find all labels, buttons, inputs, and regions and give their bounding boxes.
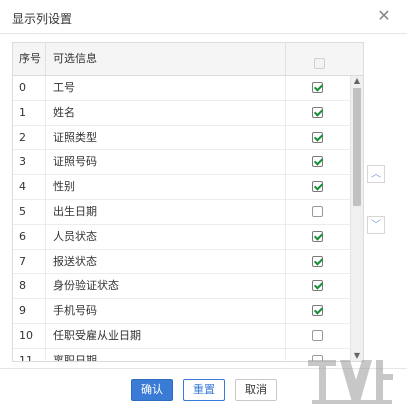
row-divider xyxy=(285,274,286,299)
header-divider xyxy=(285,43,286,75)
row-number: 1 xyxy=(19,105,26,119)
row-number: 11 xyxy=(19,353,33,362)
dialog-title: 显示列设置 xyxy=(12,12,73,26)
column-settings-dialog: 显示列设置 ✕ 序号 可选信息 0 工号 1 姓名 2 证照类型 3 证照号码 4 性别 5 出生日期… xyxy=(0,0,407,415)
row-checkbox[interactable] xyxy=(312,131,323,143)
row-number: 5 xyxy=(19,204,26,218)
row-divider xyxy=(45,274,46,299)
row-divider xyxy=(45,249,46,274)
header-info: 可选信息 xyxy=(53,52,97,65)
table-row: 3 证照号码 xyxy=(13,150,351,176)
table-row: 2 证照类型 xyxy=(13,125,351,151)
row-info-label: 出生日期 xyxy=(53,204,97,218)
columns-table: 序号 可选信息 0 工号 1 姓名 2 证照类型 3 证照号码 4 性别 5 出生日期 6 人员状态 7 报送… xyxy=(12,42,364,362)
table-body: 0 工号 1 姓名 2 证照类型 3 证照号码 4 性别 5 出生日期 6 人员状态 7 报送状态 8 身份验证状… xyxy=(13,76,351,362)
row-divider xyxy=(285,348,286,361)
row-divider xyxy=(45,348,46,361)
table-row: 9 手机号码 xyxy=(13,299,351,324)
cancel-button[interactable]: 取消 xyxy=(235,379,277,401)
row-checkbox[interactable] xyxy=(312,329,323,341)
row-checkbox[interactable] xyxy=(312,205,323,217)
row-info-label: 报送状态 xyxy=(53,254,97,268)
row-info-label: 证照号码 xyxy=(53,155,97,169)
row-info-label: 人员状态 xyxy=(53,229,97,243)
row-divider xyxy=(285,76,286,100)
row-divider xyxy=(45,299,46,323)
table-row: 10 任职受雇从业日期 xyxy=(13,323,351,349)
table-row: 7 报送状态 xyxy=(13,249,351,275)
row-number: 9 xyxy=(19,304,26,318)
table-row: 0 工号 xyxy=(13,76,351,101)
confirm-button[interactable]: 确认 xyxy=(131,379,173,401)
row-divider xyxy=(285,299,286,323)
header-divider xyxy=(45,43,46,75)
row-divider xyxy=(45,323,46,348)
row-divider xyxy=(285,323,286,348)
header-no: 序号 xyxy=(19,52,41,65)
chevron-up-icon: ︿ xyxy=(371,169,381,180)
row-checkbox[interactable] xyxy=(312,280,323,292)
row-checkbox[interactable] xyxy=(312,181,323,193)
row-info-label: 工号 xyxy=(53,81,75,94)
row-divider xyxy=(285,175,286,199)
scroll-thumb[interactable] xyxy=(353,88,361,206)
row-divider xyxy=(45,199,46,224)
row-info-label: 证照类型 xyxy=(53,130,97,144)
table-row: 1 姓名 xyxy=(13,100,351,126)
table-row: 5 出生日期 xyxy=(13,199,351,225)
row-divider xyxy=(45,224,46,249)
table-header: 序号 可选信息 xyxy=(13,43,363,76)
reset-button[interactable]: 重置 xyxy=(183,379,225,401)
row-divider xyxy=(45,100,46,125)
table-row: 11 离职日期 xyxy=(13,348,351,362)
select-all-checkbox xyxy=(314,58,325,69)
watermark-logo xyxy=(308,360,393,404)
table-row: 6 人员状态 xyxy=(13,224,351,250)
close-icon[interactable]: ✕ xyxy=(376,8,392,24)
row-divider xyxy=(45,125,46,150)
row-info-label: 性别 xyxy=(53,180,75,194)
row-checkbox[interactable] xyxy=(312,156,323,168)
title-bar: 显示列设置 ✕ xyxy=(0,0,407,34)
row-info-label: 手机号码 xyxy=(53,304,97,318)
row-info-label: 任职受雇从业日期 xyxy=(53,328,141,342)
row-number: 6 xyxy=(19,229,26,243)
row-number: 10 xyxy=(19,328,33,342)
row-divider xyxy=(45,150,46,175)
row-info-label: 姓名 xyxy=(53,105,75,119)
row-divider xyxy=(45,175,46,199)
row-checkbox[interactable] xyxy=(312,255,323,267)
row-checkbox[interactable] xyxy=(312,106,323,118)
row-checkbox[interactable] xyxy=(312,305,323,317)
table-row: 8 身份验证状态 xyxy=(13,274,351,300)
row-divider xyxy=(285,125,286,150)
row-divider xyxy=(285,150,286,175)
scroll-up-icon[interactable]: ▲ xyxy=(351,76,363,86)
row-divider xyxy=(285,199,286,224)
row-divider xyxy=(285,100,286,125)
row-info-label: 身份验证状态 xyxy=(53,279,119,293)
move-down-button[interactable]: ﹀ xyxy=(367,216,385,234)
row-divider xyxy=(45,76,46,100)
row-info-label: 离职日期 xyxy=(53,353,97,362)
row-number: 8 xyxy=(19,279,26,293)
row-checkbox[interactable] xyxy=(312,230,323,242)
vertical-scrollbar[interactable]: ▲ ▼ xyxy=(350,76,363,361)
row-number: 0 xyxy=(19,81,26,94)
row-number: 2 xyxy=(19,130,26,144)
row-checkbox[interactable] xyxy=(312,82,323,93)
row-number: 3 xyxy=(19,155,26,169)
row-number: 7 xyxy=(19,254,26,268)
chevron-down-icon: ﹀ xyxy=(371,220,381,231)
table-row: 4 性别 xyxy=(13,175,351,200)
row-divider xyxy=(285,249,286,274)
row-number: 4 xyxy=(19,180,26,194)
row-divider xyxy=(285,224,286,249)
move-up-button[interactable]: ︿ xyxy=(367,165,385,183)
